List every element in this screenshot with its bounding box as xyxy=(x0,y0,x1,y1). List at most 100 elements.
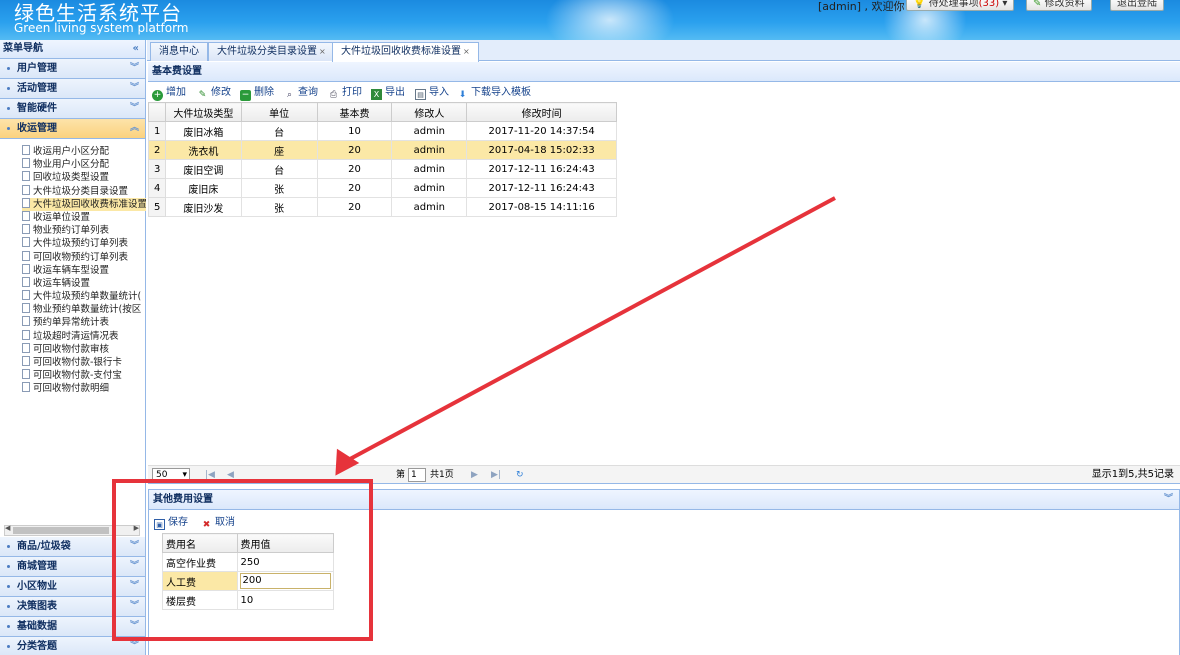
plus-icon: + xyxy=(152,90,163,101)
button-label: 查询 xyxy=(298,87,318,98)
menu-item-recyclable-orders[interactable]: 可回收物预约订单列表 xyxy=(22,250,146,264)
edit-profile-label: 修改资料 xyxy=(1044,0,1085,9)
scrollbar-thumb[interactable] xyxy=(13,527,109,534)
table-row[interactable]: 5 废旧沙发 张 20 admin 2017-08-15 14:11:16 xyxy=(148,197,617,217)
menu-item-bulky-orders[interactable]: 大件垃圾预约订单列表 xyxy=(22,237,146,250)
menu-item-bulky-stats[interactable]: 大件垃圾预约单数量统计( xyxy=(22,290,146,303)
table-row[interactable]: 2 洗衣机 座 20 admin 2017-04-18 15:02:33 xyxy=(148,140,617,160)
column-header[interactable]: 修改时间 xyxy=(466,102,617,122)
document-icon xyxy=(22,382,30,393)
menu-item-bulky-fee-standard[interactable]: 大件垃圾回收收费标准设置 xyxy=(22,197,146,211)
accordion-label: 收运管理 xyxy=(17,123,57,134)
cell-time: 2017-04-18 15:02:33 xyxy=(466,140,617,160)
accordion-smart-hardware[interactable]: 智能硬件 ︾ xyxy=(0,99,145,119)
document-icon xyxy=(22,356,30,366)
scroll-left-icon[interactable]: ◀ xyxy=(5,524,10,532)
button-label: 导出 xyxy=(385,87,405,98)
accordion-activity-management[interactable]: 活动管理 ︾ xyxy=(0,79,145,99)
document-icon xyxy=(22,237,30,248)
document-icon xyxy=(22,329,30,340)
cell-type: 废旧床 xyxy=(164,178,242,198)
todo-button[interactable]: 💡 待处理事项(33) ▾ xyxy=(906,0,1015,11)
table-row[interactable]: 1 废旧冰箱 台 10 admin 2017-11-20 14:37:54 xyxy=(148,121,617,141)
search-button[interactable]: ⌕ 查询 xyxy=(284,82,318,103)
tab-bulky-catalog[interactable]: 大件垃圾分类目录设置 × xyxy=(208,42,335,61)
tab-bulky-fee-standard[interactable]: 大件垃圾回收收费标准设置 × xyxy=(332,42,479,62)
column-header[interactable]: 基本费 xyxy=(316,102,393,122)
menu-item-payment-review[interactable]: 可回收物付款审核 xyxy=(22,342,146,356)
menu-item-label: 可回收物付款明细 xyxy=(33,383,110,395)
column-header[interactable]: 单位 xyxy=(240,102,318,122)
menu-item-payment-bank[interactable]: 可回收物付款-银行卡 xyxy=(22,356,146,369)
edit-profile-button[interactable]: ✎ 修改资料 xyxy=(1026,0,1092,11)
cell-user: admin xyxy=(391,197,468,217)
cell-fee: 20 xyxy=(316,159,393,179)
table-row[interactable]: 4 废旧床 张 20 admin 2017-12-11 16:24:43 xyxy=(148,178,617,198)
page-number-input[interactable]: 1 xyxy=(408,468,426,482)
close-icon[interactable]: × xyxy=(319,47,326,56)
print-button[interactable]: ⎙ 打印 xyxy=(328,82,362,103)
basic-fee-panel-title: 基本费设置 xyxy=(148,62,1180,82)
pencil-icon: ✎ xyxy=(1033,0,1042,9)
cell-type: 废旧空调 xyxy=(164,159,242,179)
menu-item-collection-unit[interactable]: 收运单位设置 xyxy=(22,210,146,224)
basic-fee-toolbar: + 增加 ✎ 修改 − 删除 ⌕ 查询 ⎙ 打印 X 导出 ▤ 导入 ⬇ 下载导入模板 xyxy=(152,82,1052,103)
menu-item-label: 物业预约订单列表 xyxy=(33,225,110,237)
column-header[interactable]: 修改人 xyxy=(391,102,468,122)
todo-count: (33) xyxy=(978,0,1000,9)
document-icon xyxy=(22,290,30,301)
menu-item-vehicle-type[interactable]: 收运车辆车型设置 xyxy=(22,263,146,277)
close-icon[interactable]: × xyxy=(463,47,470,56)
accordion-label: 基础数据 xyxy=(17,621,57,632)
export-button[interactable]: X 导出 xyxy=(371,82,405,103)
refresh-icon[interactable]: ↻ xyxy=(516,466,524,484)
cell-fee: 20 xyxy=(316,140,393,160)
pagination-summary: 显示1到5,共5记录 xyxy=(1091,469,1174,480)
accordion-label: 商品/垃圾袋 xyxy=(17,541,71,552)
menu-item-bulky-catalog[interactable]: 大件垃圾分类目录设置 xyxy=(22,184,146,198)
double-chevron-down-icon[interactable]: ︾ xyxy=(1164,490,1173,509)
tab-message-center[interactable]: 消息中心 xyxy=(150,42,208,61)
accordion-collection-management[interactable]: 收运管理 ︽ xyxy=(0,119,145,139)
logout-button[interactable]: 退出登陆 xyxy=(1110,0,1164,11)
menu-item-label: 大件垃圾回收收费标准设置 xyxy=(33,198,146,210)
edit-button[interactable]: ✎ 修改 xyxy=(197,82,231,103)
download-template-button[interactable]: ⬇ 下载导入模板 xyxy=(457,82,531,103)
menu-item-property-orders[interactable]: 物业预约订单列表 xyxy=(22,224,146,237)
collapse-sidebar-icon[interactable]: « xyxy=(133,40,139,58)
menu-item-vehicle[interactable]: 收运车辆设置 xyxy=(22,276,146,290)
cell-fee: 20 xyxy=(316,178,393,198)
accordion-user-management[interactable]: 用户管理 ︾ xyxy=(0,59,145,79)
download-icon: ⬇ xyxy=(458,90,467,100)
cell-type: 废旧冰箱 xyxy=(164,121,242,141)
import-button[interactable]: ▤ 导入 xyxy=(415,82,449,103)
menu-item-label: 物业用户小区分配 xyxy=(33,159,110,171)
cell-unit: 座 xyxy=(240,140,318,160)
row-number: 2 xyxy=(148,140,166,160)
menu-item-timeout-report[interactable]: 垃圾超时清运情况表 xyxy=(22,329,146,343)
cell-type: 洗衣机 xyxy=(164,140,242,160)
table-row[interactable]: 3 废旧空调 台 20 admin 2017-12-11 16:24:43 xyxy=(148,159,617,179)
menu-item-label: 收运用户小区分配 xyxy=(33,146,110,157)
menu-item-waste-type[interactable]: 回收垃圾类型设置 xyxy=(22,171,146,184)
menu-item-user-area[interactable]: 收运用户小区分配 xyxy=(22,145,146,158)
column-header[interactable]: 大件垃圾类型 xyxy=(164,102,242,122)
row-number-header xyxy=(148,102,166,122)
menu-item-property-area[interactable]: 物业用户小区分配 xyxy=(22,158,146,171)
panel-title-text: 基本费设置 xyxy=(152,66,202,77)
cell-time: 2017-08-15 14:11:16 xyxy=(466,197,617,217)
menu-item-payment-alipay[interactable]: 可回收物付款-支付宝 xyxy=(22,369,146,382)
menu-item-order-anomaly[interactable]: 预约单异常统计表 xyxy=(22,316,146,329)
next-page-icon[interactable]: ▶ xyxy=(471,466,478,484)
menu-item-payment-detail[interactable]: 可回收物付款明细 xyxy=(22,382,146,395)
delete-button[interactable]: − 删除 xyxy=(240,82,274,103)
row-number: 4 xyxy=(148,178,166,198)
table-header-row: 大件垃圾类型 单位 基本费 修改人 修改时间 xyxy=(148,102,617,122)
last-page-icon[interactable]: ▶| xyxy=(491,466,501,484)
grid-empty-area xyxy=(148,216,1180,465)
import-icon: ▤ xyxy=(415,89,426,100)
row-number: 5 xyxy=(148,197,166,217)
menu-item-property-stats[interactable]: 物业预约单数量统计(按区 xyxy=(22,303,146,316)
tab-label: 大件垃圾回收收费标准设置 xyxy=(341,46,461,57)
add-button[interactable]: + 增加 xyxy=(152,82,186,103)
